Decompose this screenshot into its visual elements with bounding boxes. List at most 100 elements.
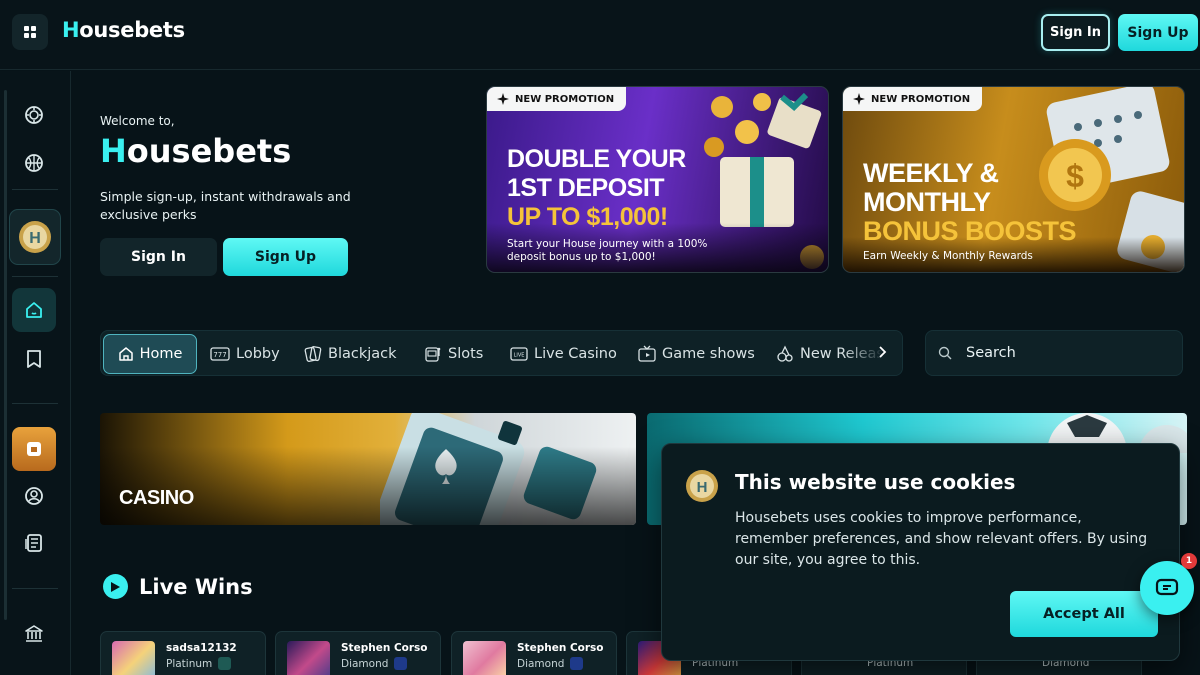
tab-home[interactable]: Home: [103, 334, 197, 374]
promo-subtitle: Start your House journey with a 100% dep…: [507, 238, 708, 263]
tab-live-casino[interactable]: LIVE Live Casino: [510, 334, 617, 374]
house-coin-icon: H: [19, 221, 51, 253]
player-tier: Platinum: [166, 657, 232, 670]
bank-icon[interactable]: [22, 622, 46, 646]
promo-banner-deposit[interactable]: NEW PROMOTION DOUBLE YOUR 1ST DEPOSIT UP…: [486, 86, 829, 273]
promo-line: MONTHLY: [863, 187, 991, 217]
new-icon: [777, 345, 793, 362]
game-thumbnail: [463, 641, 506, 675]
promo-line: 1ST DEPOSIT: [507, 174, 665, 202]
tier-label: Platinum: [166, 657, 213, 670]
player-name: Stephen Corso: [341, 642, 428, 654]
search-icon: [938, 346, 952, 360]
logo-text: ousebets: [79, 18, 185, 42]
bookmark-icon[interactable]: [22, 347, 46, 371]
sidebar-divider: [12, 403, 58, 404]
tab-game-shows[interactable]: Game shows: [638, 334, 755, 374]
bonus-gift-icon: [27, 442, 41, 456]
player-name: sadsa12132: [166, 642, 237, 654]
house-coin-icon: H: [686, 470, 718, 502]
live-win-card[interactable]: sadsa12132 Platinum: [100, 631, 266, 675]
promo-line-highlight: UP TO $1,000!: [507, 203, 668, 231]
live-wins-title: Live Wins: [139, 575, 253, 599]
tabs-fade: [842, 331, 902, 375]
home-icon: [26, 302, 42, 318]
sidebar-item-home[interactable]: [12, 288, 56, 332]
casino-category-label: CASINO: [119, 487, 194, 509]
sparkle-icon: [853, 93, 865, 105]
brand-text: ousebets: [126, 132, 292, 170]
logo-accent-letter: H: [62, 18, 80, 42]
chevron-right-icon[interactable]: [878, 345, 888, 363]
user-settings-icon[interactable]: [22, 484, 46, 508]
tab-label: Home: [139, 346, 183, 362]
tab-label: Game shows: [662, 346, 755, 362]
chat-notification-badge: 1: [1181, 553, 1197, 569]
site-logo[interactable]: Housebets: [62, 18, 185, 42]
platinum-badge-icon: [218, 657, 232, 670]
header-sign-in-button[interactable]: Sign In: [1041, 14, 1110, 51]
svg-text:H: H: [697, 479, 708, 496]
tab-label: Slots: [448, 346, 484, 362]
promo-tag: NEW PROMOTION: [843, 87, 983, 111]
game-thumbnail: [112, 641, 155, 675]
game-thumbnail: [287, 641, 330, 675]
search-input[interactable]: Search: [925, 330, 1183, 376]
tab-label: Live Casino: [534, 346, 617, 362]
sidebar-divider: [12, 588, 58, 589]
grid-icon: [24, 26, 36, 38]
promo-headline: DOUBLE YOUR 1ST DEPOSIT UP TO $1,000!: [507, 145, 686, 232]
promo-tag-label: NEW PROMOTION: [515, 93, 615, 105]
hero-description: Simple sign-up, instant withdrawals and …: [100, 189, 351, 222]
casino-category-banner[interactable]: CASINO: [100, 413, 636, 525]
sidebar-scrollbar[interactable]: [4, 90, 7, 620]
tab-blackjack[interactable]: Blackjack: [304, 334, 397, 374]
player-name: Stephen Corso: [517, 642, 604, 654]
tv-icon: [638, 345, 656, 362]
header-sign-up-button[interactable]: Sign Up: [1118, 14, 1198, 51]
accept-all-button[interactable]: Accept All: [1010, 591, 1158, 637]
house-coin-button[interactable]: H: [9, 209, 61, 265]
promo-tag-label: NEW PROMOTION: [871, 93, 971, 105]
diamond-badge-icon: [570, 657, 584, 670]
promo-banner-bonus-boosts[interactable]: $ NEW PROMOTION WEEKLY & MONTHLY BONUS B…: [842, 86, 1185, 273]
live-win-card[interactable]: Stephen Corso Diamond: [275, 631, 441, 675]
tab-label: Blackjack: [328, 346, 397, 362]
category-tabs: Home 777 Lobby Blackjack Slots LIVE Live…: [100, 330, 903, 376]
sidebar-item-bonus[interactable]: [12, 427, 56, 471]
slot-777-icon: 777: [210, 347, 230, 361]
cookie-text: Housebets uses cookies to improve perfor…: [735, 510, 1148, 568]
promo-headline: WEEKLY & MONTHLY BONUS BOOSTS: [863, 158, 1077, 246]
sidebar-divider: [12, 189, 58, 190]
tab-lobby[interactable]: 777 Lobby: [210, 334, 280, 374]
home-icon: [118, 347, 133, 361]
cookie-title: This website use cookies: [735, 470, 1016, 494]
sparkle-icon: [497, 93, 509, 105]
live-icon: LIVE: [510, 347, 528, 361]
cards-icon: [304, 346, 322, 362]
live-win-card[interactable]: Stephen Corso Diamond: [451, 631, 617, 675]
diamond-badge-icon: [394, 657, 408, 670]
svg-text:H: H: [29, 230, 41, 247]
casino-chip-icon[interactable]: [22, 103, 46, 127]
player-tier: Diamond: [517, 657, 584, 670]
live-wins-icon: [103, 574, 128, 599]
menu-grid-button[interactable]: [12, 14, 48, 50]
basketball-icon[interactable]: [22, 151, 46, 175]
chat-support-button[interactable]: [1140, 561, 1194, 615]
search-placeholder: Search: [966, 345, 1016, 361]
welcome-text: Welcome to,: [100, 114, 175, 128]
hero-brand-title: Housebets: [100, 132, 291, 170]
promo-line: DOUBLE YOUR: [507, 145, 686, 173]
promo-line: WEEKLY &: [863, 158, 999, 188]
tab-slots[interactable]: Slots: [424, 334, 483, 374]
slot-machine-icon: [425, 347, 441, 362]
cookie-consent-dialog: H This website use cookies Housebets use…: [661, 443, 1180, 661]
player-tier: Diamond: [341, 657, 408, 670]
hero-sign-up-button[interactable]: Sign Up: [223, 238, 348, 276]
news-icon[interactable]: [22, 531, 46, 555]
sidebar-divider: [12, 276, 58, 277]
hero-sign-in-button[interactable]: Sign In: [100, 238, 217, 276]
promo-subtitle: Earn Weekly & Monthly Rewards: [863, 250, 1033, 262]
brand-accent-letter: H: [100, 132, 127, 170]
